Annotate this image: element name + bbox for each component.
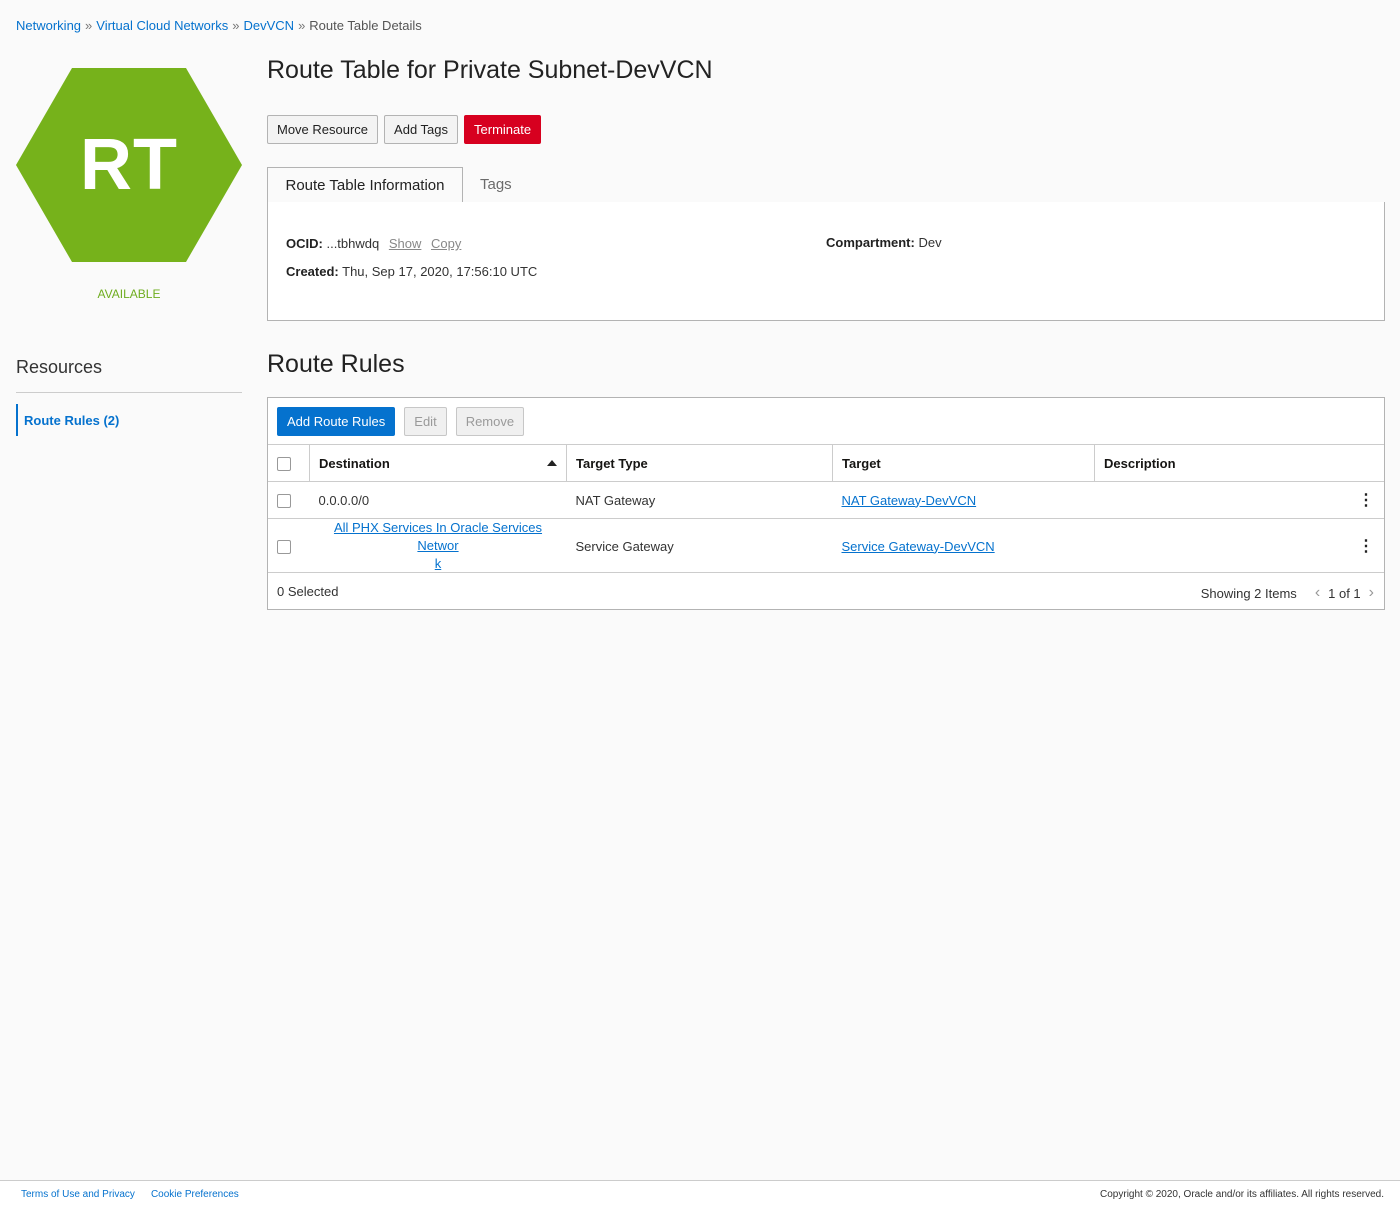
column-destination-label: Destination xyxy=(319,455,390,471)
destination-cell: All PHX Services In Oracle Services Netw… xyxy=(309,518,567,573)
column-target-type: Target Type xyxy=(566,444,833,482)
action-bar: Move Resource Add Tags Terminate xyxy=(267,115,1385,144)
description-cell: ⋮ xyxy=(1095,482,1385,519)
remove-button[interactable]: Remove xyxy=(455,407,525,436)
row-actions-kebab-icon[interactable]: ⋮ xyxy=(1358,490,1374,510)
add-route-rules-button[interactable]: Add Route Rules xyxy=(277,407,396,436)
previous-page-icon[interactable]: ‹ xyxy=(1315,584,1320,602)
row-checkbox[interactable] xyxy=(277,539,291,554)
row-select-cell xyxy=(268,518,310,573)
row-actions-kebab-icon[interactable]: ⋮ xyxy=(1358,536,1374,556)
info-panel: OCID: ...tbhwdq Show Copy Created: Thu, … xyxy=(267,202,1385,321)
breadcrumb-separator: » xyxy=(232,18,240,33)
table-footer: 0 Selected Showing 2 Items ‹ 1 of 1 › xyxy=(268,572,1384,609)
status-badge: AVAILABLE xyxy=(97,287,161,301)
next-page-icon[interactable]: › xyxy=(1369,584,1374,602)
selected-count: 0 Selected xyxy=(277,584,339,599)
row-select-cell xyxy=(268,482,310,519)
breadcrumb-separator: » xyxy=(298,18,306,33)
select-all-cell xyxy=(268,444,310,482)
resource-summary: RT AVAILABLE xyxy=(16,68,242,301)
table-toolbar: Add Route Rules Edit Remove xyxy=(277,407,525,436)
ocid-show-link[interactable]: Show xyxy=(389,236,422,251)
table-row: 0.0.0.0/0 NAT Gateway NAT Gateway-DevVCN… xyxy=(268,482,1384,519)
breadcrumb-current: Route Table Details xyxy=(309,18,422,33)
destination-link[interactable]: All PHX Services In Oracle Services Netw… xyxy=(334,520,542,571)
tab-bar: Route Table Information Tags xyxy=(267,167,1385,204)
column-destination[interactable]: Destination xyxy=(309,444,567,482)
ocid-copy-link[interactable]: Copy xyxy=(431,236,461,251)
cookie-preferences-link[interactable]: Cookie Preferences xyxy=(151,1189,239,1200)
table-header-row: Destination Target Type Target Descripti… xyxy=(268,444,1384,482)
created-value: Thu, Sep 17, 2020, 17:56:10 UTC xyxy=(342,264,538,279)
target-link[interactable]: NAT Gateway-DevVCN xyxy=(842,493,977,508)
pagination: Showing 2 Items ‹ 1 of 1 › xyxy=(1201,584,1374,602)
tab-tags[interactable]: Tags xyxy=(480,167,512,202)
created-row: Created: Thu, Sep 17, 2020, 17:56:10 UTC xyxy=(286,264,537,279)
resource-initials: RT xyxy=(80,125,178,205)
route-rules-heading: Route Rules xyxy=(267,350,405,378)
destination-cell: 0.0.0.0/0 xyxy=(318,492,370,508)
sort-ascending-icon[interactable] xyxy=(547,459,557,466)
target-link[interactable]: Service Gateway-DevVCN xyxy=(842,539,995,554)
rules-grid: Destination Target Type Target Descripti… xyxy=(268,444,1384,573)
description-cell: ⋮ xyxy=(1094,518,1384,573)
target-cell: Service Gateway-DevVCN xyxy=(832,518,1095,573)
column-description: Description xyxy=(1094,444,1384,482)
target-type-cell: NAT Gateway xyxy=(575,492,656,508)
breadcrumb-networking[interactable]: Networking xyxy=(16,18,81,33)
route-rules-table: Add Route Rules Edit Remove Destination … xyxy=(267,397,1385,610)
page-footer: Terms of Use and Privacy Cookie Preferen… xyxy=(0,1180,1400,1206)
page-indicator: 1 of 1 xyxy=(1328,585,1361,601)
target-type-cell: Service Gateway xyxy=(566,518,833,573)
terms-link[interactable]: Terms of Use and Privacy xyxy=(21,1189,135,1200)
select-all-checkbox[interactable] xyxy=(277,456,291,471)
ocid-value: ...tbhwdq xyxy=(326,236,380,251)
resource-hexagon-icon: RT xyxy=(16,68,242,262)
column-target: Target xyxy=(832,444,1095,482)
compartment-row: Compartment: Dev xyxy=(826,235,942,250)
showing-count: Showing 2 Items xyxy=(1200,585,1297,601)
breadcrumb-devvcn[interactable]: DevVCN xyxy=(243,18,294,33)
compartment-label: Compartment: xyxy=(826,235,915,250)
move-resource-button[interactable]: Move Resource xyxy=(267,115,379,144)
target-cell: NAT Gateway-DevVCN xyxy=(833,482,1095,519)
add-tags-button[interactable]: Add Tags xyxy=(384,115,459,144)
breadcrumb-virtual-cloud-networks[interactable]: Virtual Cloud Networks xyxy=(96,18,228,33)
page-title: Route Table for Private Subnet-DevVCN xyxy=(267,56,713,84)
compartment-value: Dev xyxy=(918,235,942,250)
terminate-button[interactable]: Terminate xyxy=(464,115,542,144)
tab-route-table-information[interactable]: Route Table Information xyxy=(267,167,463,204)
footer-links: Terms of Use and Privacy Cookie Preferen… xyxy=(21,1189,239,1200)
table-row: All PHX Services In Oracle Services Netw… xyxy=(268,518,1384,573)
created-label: Created: xyxy=(286,264,339,279)
breadcrumb: Networking» Virtual Cloud Networks» DevVCN… xyxy=(16,18,422,33)
ocid-row: OCID: ...tbhwdq Show Copy xyxy=(286,236,461,251)
destination-link-line1: All PHX Services In Oracle Services Netw… xyxy=(333,520,543,553)
row-checkbox[interactable] xyxy=(277,493,291,508)
resources-heading: Resources xyxy=(16,357,242,393)
destination-link-line2: k xyxy=(434,556,442,571)
copyright-text: Copyright © 2020, Oracle and/or its affi… xyxy=(1100,1189,1384,1200)
sidebar-item-route-rules[interactable]: Route Rules (2) xyxy=(16,404,234,436)
main-content: Route Table for Private Subnet-DevVCN Mo… xyxy=(267,56,1385,610)
edit-button[interactable]: Edit xyxy=(404,407,447,436)
breadcrumb-separator: » xyxy=(85,18,93,33)
ocid-label: OCID: xyxy=(286,236,323,251)
